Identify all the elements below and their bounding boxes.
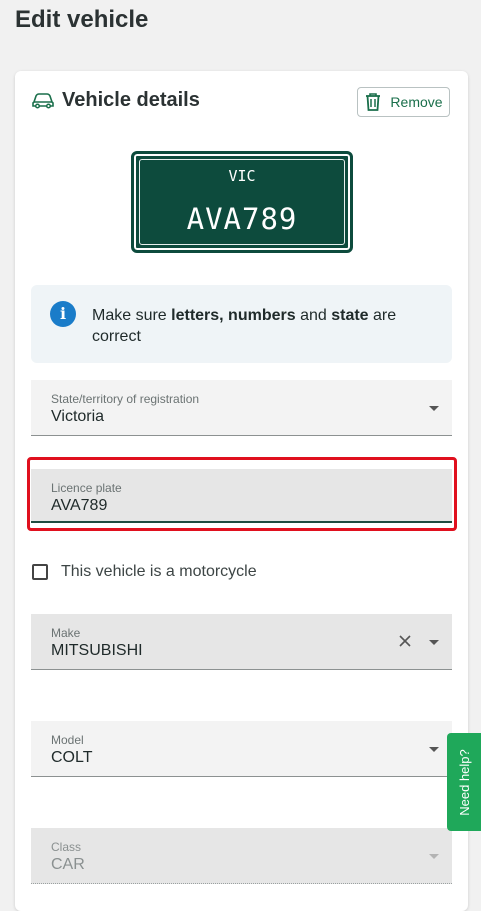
licence-plate-preview: VIC AVA789 — [131, 151, 353, 253]
dropdown-arrow-icon — [429, 406, 439, 411]
class-select: Class CAR — [31, 828, 452, 884]
card-title: Vehicle details — [62, 89, 200, 111]
model-select[interactable]: Model COLT — [31, 721, 452, 777]
remove-button-label: Remove — [390, 94, 443, 110]
model-label: Model — [51, 733, 84, 747]
trash-icon — [366, 93, 381, 111]
make-value: MITSUBISHI — [51, 642, 143, 659]
state-value: Victoria — [51, 408, 105, 425]
info-banner: i Make sure letters, numbers and state a… — [31, 285, 452, 363]
dropdown-arrow-icon — [429, 747, 439, 752]
dropdown-arrow-icon — [429, 854, 439, 859]
licence-plate-input[interactable]: Licence plate AVA789 — [31, 469, 452, 523]
info-icon: i — [50, 301, 76, 327]
make-label: Make — [51, 626, 81, 640]
motorcycle-checkbox-label: This vehicle is a motorcycle — [61, 563, 257, 580]
plate-state: VIC — [228, 167, 256, 185]
state-select[interactable]: State/territory of registration Victoria — [31, 380, 452, 436]
info-text: Make sure letters, numbers and state are… — [92, 307, 397, 345]
page-title: Edit vehicle — [15, 6, 149, 33]
motorcycle-checkbox-row[interactable]: This vehicle is a motorcycle — [32, 561, 257, 583]
vehicle-details-card: Vehicle details Remove VIC AVA789 i Make… — [15, 71, 468, 911]
clear-icon[interactable] — [398, 634, 412, 648]
state-label: State/territory of registration — [51, 392, 200, 406]
licence-label: Licence plate — [51, 481, 122, 495]
plate-number: AVA789 — [186, 202, 298, 236]
licence-value: AVA789 — [51, 497, 108, 514]
dropdown-arrow-icon — [429, 640, 439, 645]
need-help-tab[interactable]: Need help? — [447, 733, 481, 831]
model-value: COLT — [51, 749, 93, 766]
class-label: Class — [51, 840, 82, 854]
car-icon — [32, 93, 54, 109]
remove-button[interactable]: Remove — [357, 87, 450, 117]
class-value: CAR — [51, 856, 85, 873]
motorcycle-checkbox[interactable] — [32, 564, 48, 580]
make-select[interactable]: Make MITSUBISHI — [31, 614, 452, 670]
need-help-label: Need help? — [456, 748, 472, 816]
